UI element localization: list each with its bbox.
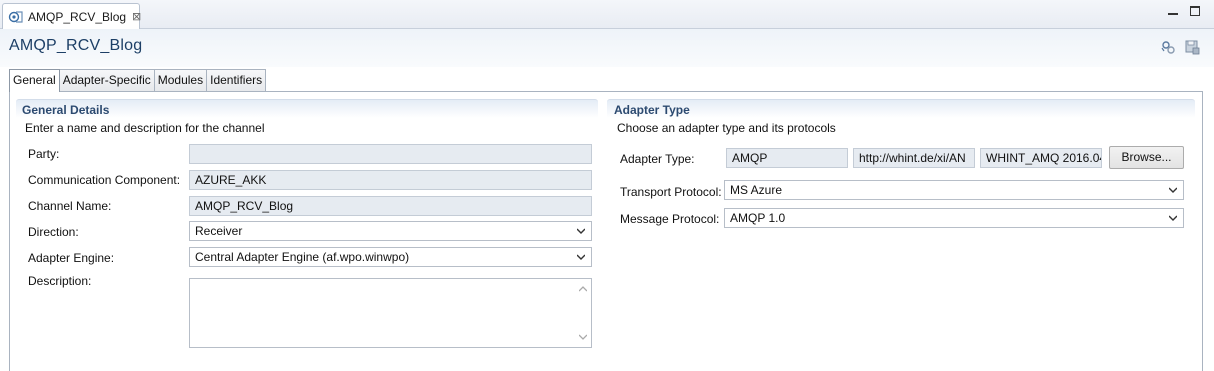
adapter-engine-select[interactable]: Central Adapter Engine (af.wpo.winwpo) bbox=[189, 247, 592, 267]
adapter-engine-label: Adapter Engine: bbox=[28, 251, 115, 265]
message-protocol-value: AMQP 1.0 bbox=[730, 211, 786, 225]
adapter-type-title: Adapter Type bbox=[614, 103, 690, 117]
form-header: AMQP_RCV_Blog bbox=[0, 29, 1214, 67]
description-textarea[interactable] bbox=[189, 278, 592, 348]
transport-protocol-label: Transport Protocol: bbox=[620, 185, 722, 199]
adapter-engine-value: Central Adapter Engine (af.wpo.winwpo) bbox=[195, 250, 410, 264]
communication-component-label: Communication Component: bbox=[28, 173, 181, 187]
channel-name-field[interactable]: AMQP_RCV_Blog bbox=[189, 196, 592, 216]
adapter-type-label: Adapter Type: bbox=[620, 152, 695, 166]
description-label: Description: bbox=[28, 274, 92, 288]
message-protocol-select[interactable]: AMQP 1.0 bbox=[724, 208, 1184, 228]
tab-modules[interactable]: Modules bbox=[153, 69, 208, 91]
general-details-description: Enter a name and description for the cha… bbox=[25, 121, 265, 135]
tab-general[interactable]: General bbox=[9, 69, 60, 92]
editor-tab[interactable]: AMQP_RCV_Blog ⊠ bbox=[2, 3, 141, 29]
save-icon[interactable] bbox=[1184, 39, 1200, 55]
chevron-down-icon bbox=[1169, 187, 1177, 193]
adapter-type-header bbox=[607, 99, 1195, 118]
close-icon[interactable]: ⊠ bbox=[132, 10, 141, 23]
scroll-up-icon[interactable] bbox=[579, 286, 587, 292]
adapter-software-component-field[interactable]: WHINT_AMQ 2016.04 bbox=[980, 148, 1102, 168]
message-protocol-label: Message Protocol: bbox=[620, 212, 720, 226]
party-field[interactable] bbox=[189, 144, 592, 164]
transport-protocol-value: MS Azure bbox=[730, 183, 783, 197]
refresh-icon[interactable] bbox=[1160, 39, 1176, 55]
channel-name-label: Channel Name: bbox=[28, 199, 112, 213]
browse-button[interactable]: Browse... bbox=[1109, 146, 1184, 169]
tab-bar: General Adapter-Specific Modules Identif… bbox=[9, 69, 267, 92]
editor-tab-strip: AMQP_RCV_Blog ⊠ bbox=[0, 0, 1214, 29]
maximize-icon[interactable] bbox=[1190, 6, 1202, 18]
transport-protocol-select[interactable]: MS Azure bbox=[724, 180, 1184, 200]
tab-adapter-specific[interactable]: Adapter-Specific bbox=[58, 69, 155, 91]
minimize-icon[interactable] bbox=[1168, 6, 1180, 18]
direction-select[interactable]: Receiver bbox=[189, 221, 592, 241]
tab-identifiers[interactable]: Identifiers bbox=[206, 69, 267, 91]
channel-icon bbox=[8, 9, 24, 25]
chevron-down-icon bbox=[577, 228, 585, 234]
direction-label: Direction: bbox=[28, 225, 79, 239]
adapter-type-name-field[interactable]: AMQP bbox=[726, 148, 848, 168]
general-details-title: General Details bbox=[22, 103, 110, 117]
direction-value: Receiver bbox=[195, 224, 243, 238]
chevron-down-icon bbox=[577, 254, 585, 260]
party-label: Party: bbox=[28, 147, 60, 161]
adapter-namespace-field[interactable]: http://whint.de/xi/AN bbox=[853, 148, 975, 168]
chevron-down-icon bbox=[1169, 215, 1177, 221]
page-title: AMQP_RCV_Blog bbox=[9, 37, 143, 54]
editor-tab-label: AMQP_RCV_Blog bbox=[28, 9, 127, 24]
scroll-down-icon[interactable] bbox=[579, 334, 587, 340]
adapter-type-description: Choose an adapter type and its protocols bbox=[617, 121, 836, 135]
communication-component-field[interactable]: AZURE_AKK bbox=[189, 170, 592, 190]
